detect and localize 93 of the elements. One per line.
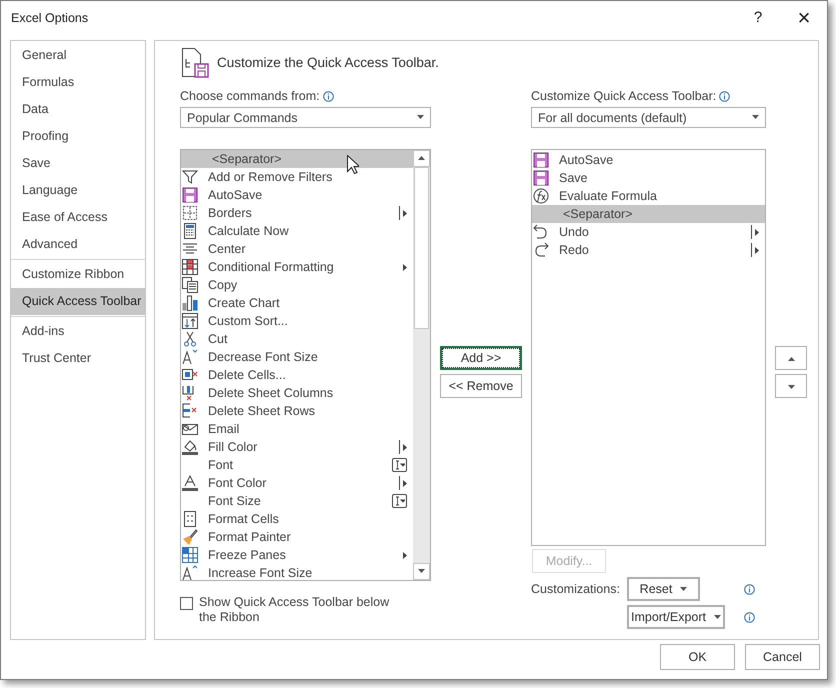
dropdown-arrow-icon	[714, 614, 722, 620]
list-item[interactable]: Calculate Now	[181, 222, 413, 240]
scroll-down-icon	[418, 569, 425, 574]
dropdown-arrow-icon	[399, 440, 407, 454]
list-item[interactable]: Copy	[181, 276, 413, 294]
list-item[interactable]: Center	[181, 240, 413, 258]
list-item[interactable]: AutoSave	[181, 186, 413, 204]
dropdown-arrow-icon	[417, 115, 424, 120]
cursor-icon	[347, 155, 359, 174]
list-item[interactable]: Add or Remove Filters	[181, 168, 413, 186]
delete-row-icon	[182, 403, 198, 419]
sidebar-item[interactable]: Add-ins	[11, 318, 145, 345]
dropdown-arrow-icon	[752, 115, 759, 120]
submenu-arrow-icon	[403, 264, 407, 270]
up-arrow-icon	[788, 357, 794, 362]
cancel-button[interactable]: Cancel	[745, 644, 820, 670]
window-title: Excel Options	[11, 10, 90, 24]
checkbox[interactable]	[180, 597, 193, 610]
list-item[interactable]: Evaluate Formula	[532, 187, 765, 205]
sidebar-item[interactable]: Customize Ribbon	[11, 261, 145, 288]
list-item[interactable]: <Separator>	[532, 205, 765, 223]
section-title: Customize the Quick Access Toolbar.	[217, 55, 439, 70]
dropdown-arrow-icon	[399, 206, 407, 220]
borders-icon	[182, 205, 198, 221]
scrollbar[interactable]	[413, 150, 430, 580]
info-icon	[719, 90, 730, 102]
undo-icon	[533, 224, 549, 240]
move-up-button[interactable]	[775, 346, 807, 370]
remove-button[interactable]: << Remove	[440, 374, 522, 398]
list-item[interactable]: Save	[532, 169, 765, 187]
list-item[interactable]: Cut	[181, 330, 413, 348]
sidebar-item[interactable]: Formulas	[11, 69, 145, 96]
combo-box-icon	[392, 494, 407, 508]
move-down-button[interactable]	[775, 374, 807, 398]
sidebar-item[interactable]: Advanced	[11, 231, 145, 258]
list-item[interactable]: Format Cells	[181, 510, 413, 528]
sidebar-item[interactable]: Ease of Access	[11, 204, 145, 231]
down-arrow-icon	[788, 385, 794, 390]
sidebar-item[interactable]: Data	[11, 96, 145, 123]
list-item[interactable]: Font Size	[181, 492, 413, 510]
filter-icon	[182, 169, 198, 185]
scope-dropdown[interactable]: For all documents (default)	[531, 107, 766, 128]
dropdown-arrow-icon	[751, 243, 759, 257]
list-item[interactable]: Create Chart	[181, 294, 413, 312]
sidebar-item[interactable]: Trust Center	[11, 345, 145, 372]
list-item[interactable]: Fill Color	[181, 438, 413, 456]
info-icon	[744, 612, 755, 622]
customizations-label: Customizations:	[531, 582, 621, 596]
list-item[interactable]: Delete Cells...	[181, 366, 413, 384]
add-button[interactable]: Add >>	[440, 346, 522, 370]
commands-dropdown[interactable]: Popular Commands	[180, 107, 431, 128]
font-size-icon	[182, 349, 198, 365]
list-item[interactable]: Undo	[532, 223, 765, 241]
list-item[interactable]: Redo	[532, 241, 765, 259]
list-item[interactable]: Delete Sheet Rows	[181, 402, 413, 420]
list-item[interactable]: Custom Sort...	[181, 312, 413, 330]
scissors-icon	[182, 331, 198, 347]
submenu-arrow-icon	[403, 552, 407, 558]
redo-icon	[533, 242, 549, 258]
import-export-button[interactable]: Import/Export	[627, 605, 725, 629]
checkbox-label: Show Quick Access Toolbar below the Ribbon	[199, 595, 390, 625]
dropdown-arrow-icon	[751, 225, 759, 239]
list-item[interactable]: Format Painter	[181, 528, 413, 546]
dropdown-arrow-icon	[680, 586, 688, 592]
scroll-up-icon	[418, 156, 425, 161]
field-label: Customize Quick Access Toolbar:	[531, 88, 716, 104]
reset-button[interactable]: Reset	[627, 577, 700, 601]
combo-box-icon	[392, 458, 407, 472]
sidebar-item[interactable]: Proofing	[11, 123, 145, 150]
sidebar-item[interactable]: General	[11, 42, 145, 69]
list-item[interactable]: Delete Sheet Columns	[181, 384, 413, 402]
list-item[interactable]: Font Color	[181, 474, 413, 492]
info-icon	[322, 90, 334, 102]
sidebar-item[interactable]: Language	[11, 177, 145, 204]
toolbar-customize-icon	[180, 46, 212, 78]
list-item[interactable]: Borders	[181, 204, 413, 222]
close-button[interactable]: ×	[781, 2, 827, 32]
help-button[interactable]: ?	[735, 2, 781, 32]
sidebar-item[interactable]: Quick Access Toolbar	[11, 288, 145, 315]
info-icon	[744, 584, 755, 594]
list-item[interactable]: Font	[181, 456, 413, 474]
list-item[interactable]: Email	[181, 420, 413, 438]
field-label: Choose commands from:	[180, 88, 320, 104]
ok-button[interactable]: OK	[660, 644, 735, 670]
font-color-icon	[182, 475, 198, 491]
list-item[interactable]: Freeze Panes	[181, 546, 413, 564]
dropdown-arrow-icon	[399, 476, 407, 490]
list-item[interactable]: Increase Font Size	[181, 564, 413, 580]
list-item[interactable]: Decrease Font Size	[181, 348, 413, 366]
font-size-icon	[182, 565, 198, 580]
list-item[interactable]: AutoSave	[532, 151, 765, 169]
sidebar-item[interactable]: Save	[11, 150, 145, 177]
list-item[interactable]: Conditional Formatting	[181, 258, 413, 276]
